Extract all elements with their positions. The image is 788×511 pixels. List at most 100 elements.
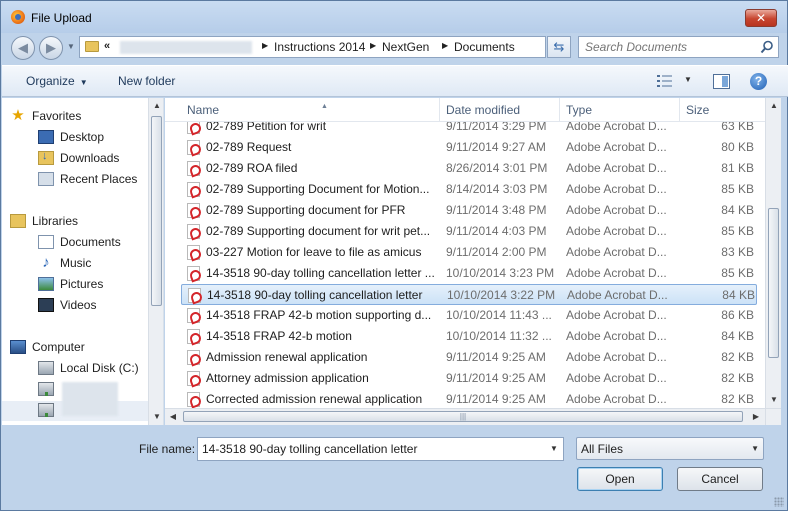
file-name-cell: 02-789 Request — [206, 140, 292, 154]
search-box[interactable] — [578, 36, 779, 58]
nav-documents[interactable]: Documents — [38, 232, 121, 252]
view-options-chevron-down-icon[interactable]: ▼ — [684, 75, 692, 84]
file-name-input[interactable] — [198, 438, 545, 460]
file-name-cell: Attorney admission application — [206, 371, 369, 385]
nav-computer[interactable]: Computer — [10, 337, 85, 357]
file-row[interactable]: 14-3518 FRAP 42-b motion 10/10/2014 11:32… — [181, 326, 757, 347]
file-name-combobox[interactable]: ▼ — [197, 437, 564, 461]
nav-pictures[interactable]: Pictures — [38, 274, 103, 294]
breadcrumb-nextgen[interactable]: NextGen — [382, 40, 429, 54]
file-type-cell: Adobe Acrobat D... — [566, 266, 667, 280]
recent-pages-chevron-down-icon[interactable]: ▼ — [67, 41, 77, 53]
nav-local-disk[interactable]: Local Disk (C:) — [38, 358, 139, 378]
column-size[interactable]: Size — [680, 98, 767, 122]
file-list-scrollbar[interactable]: ▲ ▼ — [765, 98, 781, 408]
file-row[interactable]: 14-3518 90-day tolling cancellation lett… — [181, 284, 757, 305]
column-type[interactable]: Type — [560, 98, 680, 122]
nav-network-drive-1[interactable] — [38, 379, 60, 399]
open-button[interactable]: Open — [577, 467, 663, 491]
redacted-drive-names — [62, 382, 118, 416]
change-view-icon[interactable] — [656, 74, 674, 88]
file-type-select[interactable]: All Files ▼ — [576, 437, 764, 460]
file-list-scroll-thumb[interactable] — [768, 208, 779, 358]
file-row[interactable]: 03-227 Motion for leave to file as amicu… — [181, 242, 757, 263]
preview-pane-icon[interactable] — [713, 74, 730, 89]
scroll-right-icon[interactable]: ▶ — [748, 409, 764, 425]
file-size-cell: 84 KB — [722, 288, 755, 302]
scroll-corner — [765, 408, 781, 425]
file-size-cell: 81 KB — [721, 161, 754, 175]
scroll-left-icon[interactable]: ◀ — [165, 409, 181, 425]
file-name-chevron-down-icon[interactable]: ▼ — [545, 438, 563, 460]
forward-arrow-icon[interactable]: ▶ — [39, 36, 63, 60]
column-name[interactable]: Name ▲ — [181, 98, 440, 122]
search-icon[interactable] — [760, 40, 774, 54]
file-type-cell: Adobe Acrobat D... — [566, 329, 667, 343]
file-row[interactable]: 02-789 Supporting document for writ pet.… — [181, 221, 757, 242]
horizontal-scroll-thumb[interactable]: ||| — [183, 411, 743, 422]
new-folder-button[interactable]: New folder — [118, 74, 175, 88]
nav-label: Recent Places — [60, 172, 138, 186]
file-type-cell: Adobe Acrobat D... — [566, 245, 667, 259]
documents-icon — [38, 235, 54, 249]
file-row[interactable]: 02-789 ROA filed 8/26/2014 3:01 PM Adobe A… — [181, 158, 757, 179]
nav-scroll-thumb[interactable] — [151, 116, 162, 306]
nav-downloads[interactable]: Downloads — [38, 148, 119, 168]
pdf-file-icon — [187, 350, 200, 365]
scroll-down-icon[interactable]: ▼ — [149, 409, 163, 425]
file-row[interactable]: Admission renewal application 9/11/2014 9… — [181, 347, 757, 368]
downloads-icon — [38, 150, 54, 165]
computer-icon — [10, 340, 26, 354]
date-modified-cell: 9/11/2014 9:25 AM — [446, 392, 546, 406]
file-row[interactable]: 02-789 Supporting document for PFR 9/11/2… — [181, 200, 757, 221]
nav-favorites[interactable]: ★ Favorites — [10, 106, 81, 126]
nav-recent-places[interactable]: Recent Places — [38, 169, 137, 189]
nav-label: Documents — [60, 235, 121, 249]
file-row[interactable]: 02-789 Supporting Document for Motion...… — [181, 179, 757, 200]
resize-grip-icon[interactable] — [774, 497, 784, 507]
pdf-file-icon — [187, 392, 200, 407]
scroll-up-icon[interactable]: ▲ — [149, 98, 163, 114]
back-arrow-icon[interactable]: ◀ — [11, 36, 35, 60]
breadcrumb-instructions-2014[interactable]: Instructions 2014 — [274, 40, 365, 54]
file-row[interactable]: Corrected admission renewal application 9… — [181, 389, 757, 410]
date-modified-cell: 10/10/2014 3:22 PM — [447, 288, 556, 302]
file-name-cell: 02-789 Supporting Document for Motion... — [206, 182, 430, 196]
file-row[interactable]: Attorney admission application 9/11/2014 … — [181, 368, 757, 389]
file-size-cell: 82 KB — [721, 350, 754, 364]
nav-videos[interactable]: Videos — [38, 295, 96, 315]
chevron-right-icon[interactable]: ▶ — [442, 41, 448, 50]
file-name-cell: 02-789 Supporting document for PFR — [206, 203, 406, 217]
nav-libraries[interactable]: Libraries — [10, 211, 78, 231]
refresh-icon[interactable]: ⇆ — [547, 36, 571, 58]
breadcrumb-overflow[interactable]: « — [104, 40, 110, 52]
file-row[interactable]: 14-3518 FRAP 42-b motion supporting d...… — [181, 305, 757, 326]
nav-scrollbar[interactable]: ▲ ▼ — [148, 98, 163, 425]
scroll-down-icon[interactable]: ▼ — [766, 392, 782, 408]
desktop-icon — [38, 130, 54, 144]
organize-button[interactable]: Organize ▼ — [26, 74, 88, 88]
file-row[interactable]: 02-789 Request 9/11/2014 9:27 AM Adobe Acr… — [181, 137, 757, 158]
nav-music[interactable]: ♪ Music — [38, 253, 91, 273]
file-row[interactable]: 14-3518 90-day tolling cancellation lett… — [181, 263, 757, 284]
nav-desktop[interactable]: Desktop — [38, 127, 104, 147]
pdf-file-icon — [188, 288, 201, 303]
nav-network-drive-2[interactable] — [38, 400, 60, 420]
chevron-right-icon[interactable]: ▶ — [262, 41, 268, 50]
scroll-up-icon[interactable]: ▲ — [766, 98, 782, 114]
close-button[interactable]: ✕ — [745, 9, 777, 27]
date-modified-cell: 9/11/2014 9:25 AM — [446, 350, 546, 364]
address-bar[interactable]: « ▶ Instructions 2014 ▶ NextGen ▶ Docume… — [79, 36, 620, 58]
pdf-file-icon — [187, 266, 200, 281]
breadcrumb-documents[interactable]: Documents — [454, 40, 515, 54]
folder-icon — [85, 41, 99, 52]
column-date-modified[interactable]: Date modified — [440, 98, 560, 122]
cancel-button[interactable]: Cancel — [677, 467, 763, 491]
pdf-file-icon — [187, 203, 200, 218]
chevron-right-icon[interactable]: ▶ — [370, 41, 376, 50]
help-icon[interactable]: ? — [750, 73, 767, 90]
command-bar: Organize ▼ New folder ▼ ? — [2, 65, 788, 97]
file-name-cell: 14-3518 90-day tolling cancellation lett… — [207, 288, 423, 302]
search-input[interactable] — [579, 37, 757, 57]
horizontal-scrollbar[interactable]: ◀ ||| ▶ — [165, 408, 767, 425]
